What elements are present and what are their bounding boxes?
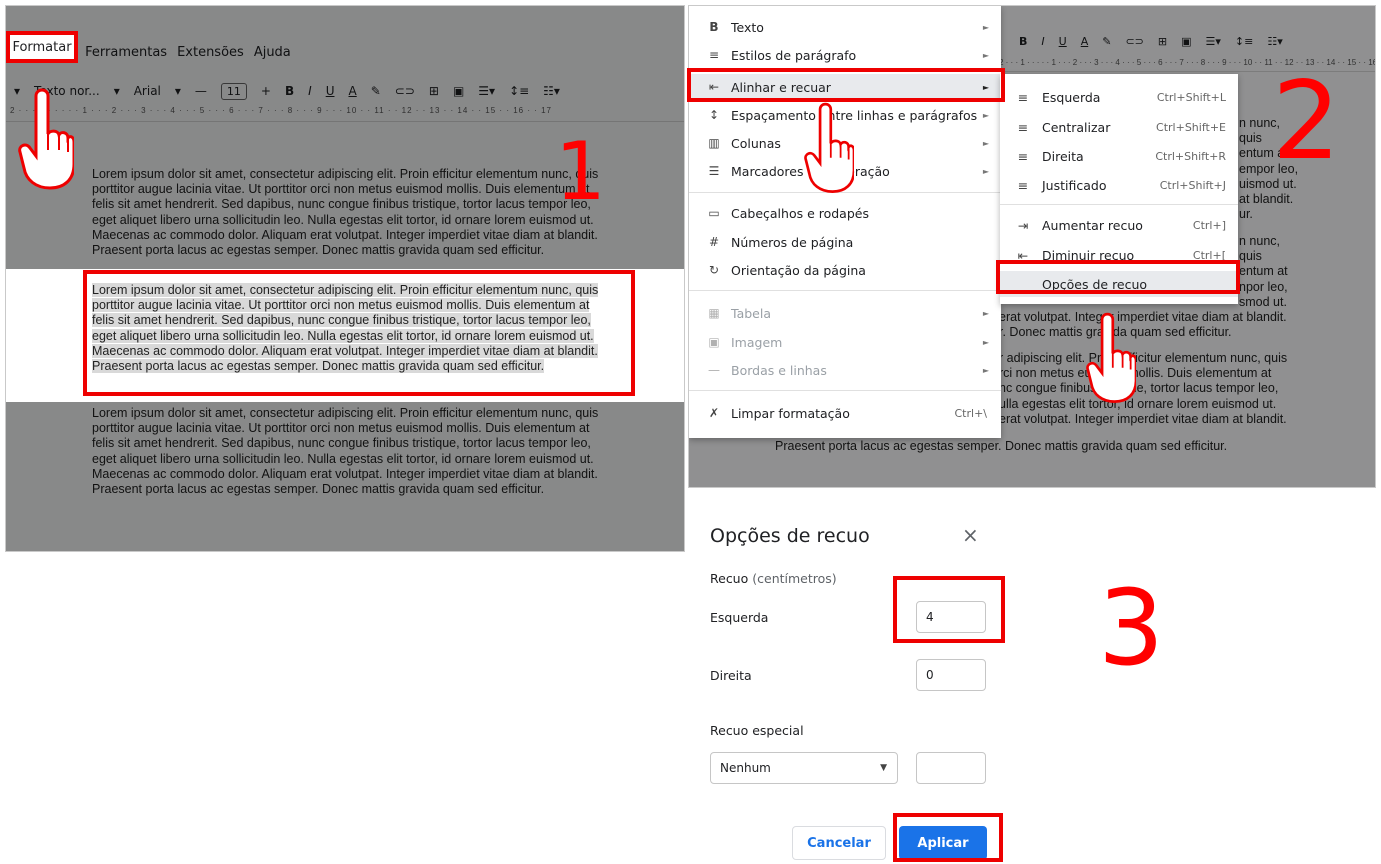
menu-divider — [689, 290, 1001, 291]
chevron-right-icon: ► — [982, 308, 989, 318]
left-indent-label: Esquerda — [710, 610, 769, 625]
submenu-item-left[interactable]: ≡ Esquerda Ctrl+Shift+L — [1000, 84, 1238, 110]
close-icon[interactable]: × — [962, 525, 979, 545]
bullets-icon: ☰ — [708, 164, 720, 178]
menu-item-text[interactable]: B Texto ► — [689, 14, 1001, 40]
dialog-title: Opções de recuo — [710, 525, 870, 547]
menu-item-page-numbers[interactable]: # Números de página — [689, 229, 1001, 255]
clear-format-icon: ✗ — [708, 406, 720, 420]
annotation-box-left-indent — [893, 576, 1005, 643]
menu-item-image[interactable]: ▣ Imagem ► — [689, 329, 1001, 355]
annotation-box-format — [6, 31, 78, 63]
align-left-icon: ≡ — [1017, 89, 1029, 105]
paragraph-3: Lorem ipsum dolor sit amet, consectetur … — [92, 406, 599, 497]
cancel-button[interactable]: Cancelar — [792, 826, 886, 860]
menu-item-page-orientation[interactable]: ↻ Orientação da página — [689, 257, 1001, 283]
align-center-icon: ≡ — [1017, 119, 1029, 135]
line-spacing-icon: ↕ — [708, 108, 720, 122]
submenu-item-justify[interactable]: ≡ Justificado Ctrl+Shift+J — [1000, 172, 1238, 198]
hash-icon: # — [708, 235, 720, 249]
pointing-hand-icon — [18, 88, 74, 190]
annotation-box-apply — [893, 813, 1003, 862]
align-right-icon: ≡ — [1017, 148, 1029, 164]
menu-item-table[interactable]: ▦ Tabela ► — [689, 300, 1001, 326]
annotation-box-paragraph — [83, 270, 635, 396]
chevron-right-icon: ► — [982, 50, 989, 60]
menu-item-headers-footers[interactable]: ▭ Cabeçalhos e rodapés — [689, 200, 1001, 226]
columns-icon: ▥ — [708, 136, 720, 150]
special-indent-amount[interactable] — [916, 752, 986, 784]
submenu-item-center[interactable]: ≡ Centralizar Ctrl+Shift+E — [1000, 114, 1238, 140]
chevron-right-icon: ► — [982, 138, 989, 148]
pointing-hand-icon — [804, 102, 854, 193]
menu-item-paragraph-styles[interactable]: ≡ Estilos de parágrafo ► — [689, 42, 1001, 68]
step-number-1: 1 — [555, 125, 606, 218]
chevron-right-icon: ► — [982, 110, 989, 120]
menu-divider — [689, 390, 1001, 391]
annotation-box-indent-options — [996, 260, 1240, 294]
chevron-down-icon: ▼ — [880, 763, 887, 773]
chevron-right-icon: ► — [982, 337, 989, 347]
table-icon: ▦ — [708, 306, 720, 320]
menu-item-borders-lines[interactable]: — Bordas e linhas ► — [689, 357, 1001, 383]
paragraph-styles-icon: ≡ — [708, 48, 720, 62]
step-number-2: 2 — [1272, 59, 1341, 184]
chevron-right-icon: ► — [982, 365, 989, 375]
submenu-divider — [1000, 204, 1238, 205]
pointing-hand-icon — [1086, 312, 1136, 403]
step-number-3: 3 — [1098, 567, 1165, 689]
submenu-item-right[interactable]: ≡ Direita Ctrl+Shift+R — [1000, 143, 1238, 169]
annotation-box-align-indent — [687, 68, 1005, 102]
bold-icon: B — [709, 20, 719, 34]
submenu-item-increase-indent[interactable]: ⇥ Aumentar recuo Ctrl+] — [1000, 212, 1238, 238]
special-indent-label: Recuo especial — [710, 723, 804, 738]
increase-indent-icon: ⇥ — [1017, 217, 1029, 233]
special-indent-select[interactable]: Nenhum ▼ — [710, 752, 898, 784]
right-indent-label: Direita — [710, 668, 752, 683]
chevron-right-icon: ► — [982, 22, 989, 32]
menu-item-clear-formatting[interactable]: ✗ Limpar formatação Ctrl+\ — [689, 400, 1001, 426]
image-icon: ▣ — [708, 335, 720, 349]
align-justify-icon: ≡ — [1017, 177, 1029, 193]
indent-options-dialog: Opções de recuo × Recuo (centímetros) Es… — [690, 505, 1010, 864]
right-indent-input[interactable]: 0 — [916, 659, 986, 691]
chevron-right-icon: ► — [982, 166, 989, 176]
line-icon: — — [708, 363, 720, 377]
indent-section-label: Recuo (centímetros) — [710, 571, 837, 586]
header-footer-icon: ▭ — [708, 206, 720, 220]
rotate-icon: ↻ — [708, 263, 720, 277]
